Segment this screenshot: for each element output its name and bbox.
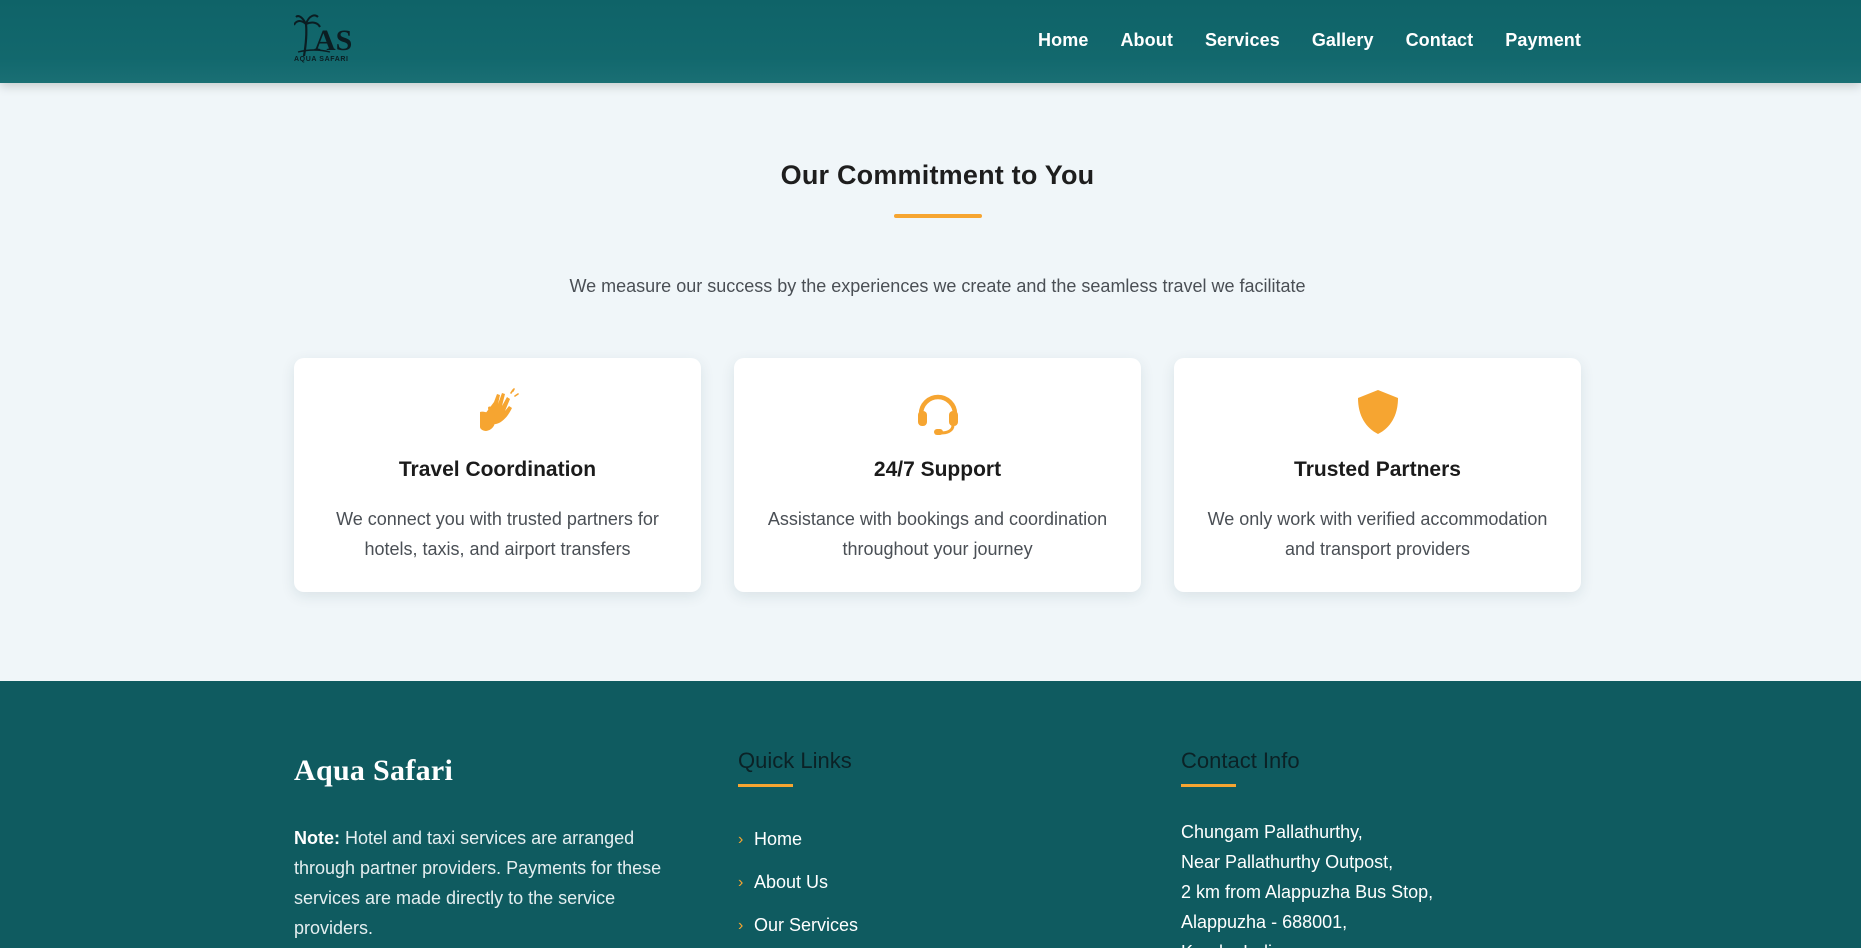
nav-payment[interactable]: Payment xyxy=(1505,30,1581,51)
card-travel-coordination: Travel Coordination We connect you with … xyxy=(294,358,701,592)
card-text: Assistance with bookings and coordinatio… xyxy=(767,509,1108,559)
site-footer: Aqua Safari Note: Hotel and taxi service… xyxy=(0,681,1861,948)
contact-line: 2 km from Alappuzha Bus Stop, xyxy=(1181,882,1434,902)
contact-info-underline xyxy=(1181,784,1236,787)
nav-services[interactable]: Services xyxy=(1205,30,1280,51)
quick-link-about[interactable]: › About Us xyxy=(738,861,858,904)
nav-contact[interactable]: Contact xyxy=(1406,30,1474,51)
nav-gallery[interactable]: Gallery xyxy=(1312,30,1374,51)
logo-text: AQUA SAFARI xyxy=(294,56,349,63)
footer-note: Note: Hotel and taxi services are arrang… xyxy=(294,823,694,943)
chevron-right-icon: › xyxy=(738,830,744,848)
card-title: Trusted Partners xyxy=(1294,458,1461,481)
hands-clapping-icon xyxy=(479,388,519,431)
quick-link-label: Home xyxy=(754,829,803,849)
contact-line: Chungam Pallathurthy, xyxy=(1181,822,1363,842)
note-label: Note: xyxy=(294,828,340,848)
svg-text:AS: AS xyxy=(314,24,352,57)
contact-line: Kerala, India xyxy=(1181,937,1433,948)
section-subtitle: We measure our success by the experience… xyxy=(569,276,1306,296)
chevron-right-icon: › xyxy=(738,916,744,934)
note-text: Hotel and taxi services are arranged thr… xyxy=(294,828,662,938)
card-title: Travel Coordination xyxy=(398,458,597,481)
quick-link-label: Our Services xyxy=(754,915,859,935)
card-text: We connect you with trusted partners for… xyxy=(336,509,659,559)
quick-link-services[interactable]: › Our Services xyxy=(738,904,858,947)
site-logo[interactable]: AS AQUA SAFARI xyxy=(293,12,358,68)
card-support: 24/7 Support Assistance with bookings an… xyxy=(734,358,1141,592)
shield-icon xyxy=(1357,390,1398,434)
section-title: Our Commitment to You xyxy=(780,160,1095,190)
nav-home[interactable]: Home xyxy=(1038,30,1088,51)
footer-brand: Aqua Safari xyxy=(294,754,454,787)
quick-links-title: Quick Links xyxy=(738,748,852,773)
quick-links-underline xyxy=(738,784,793,787)
contact-address: Chungam Pallathurthy, Near Pallathurthy … xyxy=(1181,817,1433,948)
nav-about[interactable]: About xyxy=(1120,30,1172,51)
headset-icon xyxy=(917,394,958,435)
main-nav: Home About Services Gallery Contact Paym… xyxy=(1006,0,1581,80)
quick-link-home[interactable]: › Home xyxy=(738,818,858,861)
commitment-cards: Travel Coordination We connect you with … xyxy=(294,358,1581,592)
title-underline xyxy=(894,214,982,218)
palm-tree-logo-icon: AS xyxy=(293,14,352,57)
site-header: AS AQUA SAFARI Home About Services Galle… xyxy=(0,0,1861,83)
chevron-right-icon: › xyxy=(738,873,744,891)
card-trusted-partners: Trusted Partners We only work with verif… xyxy=(1174,358,1581,592)
card-title: 24/7 Support xyxy=(873,458,1002,481)
contact-info-title: Contact Info xyxy=(1181,748,1300,773)
contact-line: Alappuzha - 688001, xyxy=(1181,912,1348,932)
quick-links-list: › Home › About Us › Our Services xyxy=(738,818,858,947)
contact-line: Near Pallathurthy Outpost, xyxy=(1181,852,1394,872)
quick-link-label: About Us xyxy=(754,872,829,892)
card-text: We only work with verified accommodation… xyxy=(1207,509,1548,559)
